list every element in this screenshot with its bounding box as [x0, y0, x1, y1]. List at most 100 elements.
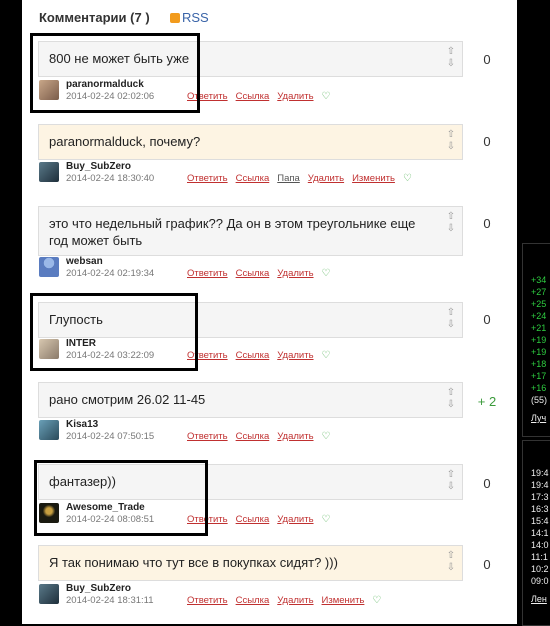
rating-item: +16 [531, 383, 547, 393]
author-name[interactable]: websan [66, 256, 103, 267]
comment-text: рано смотрим 26.02 11-45 [49, 392, 206, 407]
highlight-box [30, 293, 198, 371]
vote-arrows[interactable]: ⇧ ⇩ [446, 129, 456, 153]
vote-arrows[interactable]: ⇧ ⇩ [446, 550, 456, 574]
link-link[interactable]: Ссылка [236, 595, 270, 606]
comment-score: 0 [483, 312, 491, 327]
rating-item: +18 [531, 359, 547, 369]
check-icon[interactable]: ♡ [403, 173, 412, 184]
time-item: 10:2 [531, 564, 549, 574]
rss-link[interactable]: RSS [170, 10, 209, 25]
feed-link[interactable]: Лен [523, 593, 550, 605]
reply-link[interactable]: Ответить [187, 431, 228, 442]
rating-count: (55) [531, 395, 548, 405]
side-panel-ratings: +34 +27 +25 +24 +21 +19 +19 +18 +17 +16 … [522, 243, 550, 437]
comment-meta: Kisa13 2014-02-24 07:50:15 Ответить Ссылк… [39, 419, 469, 446]
comment-actions: Ответить Ссылка Удалить ♡ [187, 514, 331, 525]
link-link[interactable]: Ссылка [236, 268, 270, 279]
check-icon[interactable]: ♡ [322, 514, 331, 525]
link-link[interactable]: Ссылка [236, 431, 270, 442]
delete-link[interactable]: Удалить [277, 595, 313, 606]
comment-meta: Buy_SubZero 2014-02-24 18:30:40 Ответить… [39, 161, 469, 188]
comment-actions: Ответить Ссылка Удалить ♡ [187, 91, 331, 102]
comment-score: 0 [483, 557, 491, 572]
comment-meta: Buy_SubZero 2014-02-24 18:31:11 Ответить… [39, 583, 469, 610]
comment-text: paranormalduck, почему? [49, 134, 201, 149]
time-item: 17:3 [531, 492, 549, 502]
link-link[interactable]: Ссылка [236, 350, 270, 361]
check-icon[interactable]: ♡ [322, 431, 331, 442]
vote-arrows[interactable]: ⇧ ⇩ [446, 46, 456, 70]
time-item: 09:0 [531, 576, 549, 586]
time-item: 14:0 [531, 540, 549, 550]
comment-date: 2014-02-24 18:31:11 [66, 595, 154, 606]
comment-score: 0 [483, 52, 491, 67]
comment-actions: Ответить Ссылка Удалить ♡ [187, 268, 331, 279]
time-item: 11:1 [531, 552, 548, 562]
link-link[interactable]: Ссылка [236, 91, 270, 102]
rating-item: +24 [531, 311, 547, 321]
delete-link[interactable]: Удалить [277, 350, 313, 361]
delete-link[interactable]: Удалить [277, 431, 313, 442]
avatar[interactable] [39, 420, 59, 440]
vote-arrows[interactable]: ⇧ ⇩ [446, 469, 456, 493]
highlight-box [30, 33, 200, 113]
comment-text: Я так понимаю что тут все в покупках сид… [49, 555, 338, 570]
author-name[interactable]: Buy_SubZero [66, 161, 131, 172]
rss-icon [170, 13, 180, 23]
comment-actions: Ответить Ссылка Удалить ♡ [187, 431, 331, 442]
rating-item: +27 [531, 287, 547, 297]
comment-card: paranormalduck, почему? ⇧ ⇩ [38, 124, 463, 160]
check-icon[interactable]: ♡ [322, 268, 331, 279]
rating-item: +19 [531, 335, 547, 345]
time-item: 14:1 [531, 528, 549, 538]
avatar[interactable] [39, 584, 59, 604]
author-name[interactable]: Buy_SubZero [66, 583, 131, 594]
avatar[interactable] [39, 162, 59, 182]
rating-item: +34 [531, 275, 547, 285]
reply-link[interactable]: Ответить [187, 268, 228, 279]
comment-card: Я так понимаю что тут все в покупках сид… [38, 545, 463, 581]
comment-score: + 2 [477, 394, 497, 409]
check-icon[interactable]: ♡ [372, 595, 381, 606]
delete-link[interactable]: Удалить [277, 514, 313, 525]
check-icon[interactable]: ♡ [322, 91, 331, 102]
comments-section: Комментарии (7 ) RSS 800 не может быть у… [22, 0, 517, 624]
comment-meta: websan 2014-02-24 02:19:34 Ответить Ссылк… [39, 256, 469, 283]
rss-label: RSS [182, 10, 209, 25]
parent-link[interactable]: Папа [277, 173, 300, 184]
check-icon[interactable]: ♡ [322, 350, 331, 361]
avatar[interactable] [39, 257, 59, 277]
vote-arrows[interactable]: ⇧ ⇩ [446, 211, 456, 235]
comment-card: рано смотрим 26.02 11-45 ⇧ ⇩ [38, 382, 463, 418]
highlight-box [34, 460, 208, 536]
comment-actions: Ответить Ссылка Удалить ♡ [187, 350, 331, 361]
comment-text: это что недельный график?? Да он в этом … [49, 216, 416, 248]
time-item: 16:3 [531, 504, 549, 514]
edit-link[interactable]: Изменить [322, 595, 365, 606]
reply-link[interactable]: Ответить [187, 595, 228, 606]
comment-score: 0 [483, 216, 491, 231]
comments-header: Комментарии (7 ) [39, 10, 150, 25]
best-link[interactable]: Луч [523, 412, 550, 424]
comment-score: 0 [483, 476, 491, 491]
comment-score: 0 [483, 134, 491, 149]
link-link[interactable]: Ссылка [236, 173, 270, 184]
link-link[interactable]: Ссылка [236, 514, 270, 525]
rating-item: +25 [531, 299, 547, 309]
rating-item: +17 [531, 371, 547, 381]
reply-link[interactable]: Ответить [187, 173, 228, 184]
delete-link[interactable]: Удалить [277, 268, 313, 279]
delete-link[interactable]: Удалить [277, 91, 313, 102]
vote-arrows[interactable]: ⇧ ⇩ [446, 387, 456, 411]
rating-item: +19 [531, 347, 547, 357]
time-item: 19:4 [531, 480, 549, 490]
author-name[interactable]: Kisa13 [66, 419, 98, 430]
comment-date: 2014-02-24 07:50:15 [66, 431, 155, 442]
edit-link[interactable]: Изменить [352, 173, 395, 184]
comment-actions: Ответить Ссылка Удалить Изменить ♡ [187, 595, 381, 606]
vote-arrows[interactable]: ⇧ ⇩ [446, 307, 456, 331]
comment-actions: Ответить Ссылка Папа Удалить Изменить ♡ [187, 173, 412, 184]
rating-item: +21 [531, 323, 547, 333]
delete-link[interactable]: Удалить [308, 173, 344, 184]
